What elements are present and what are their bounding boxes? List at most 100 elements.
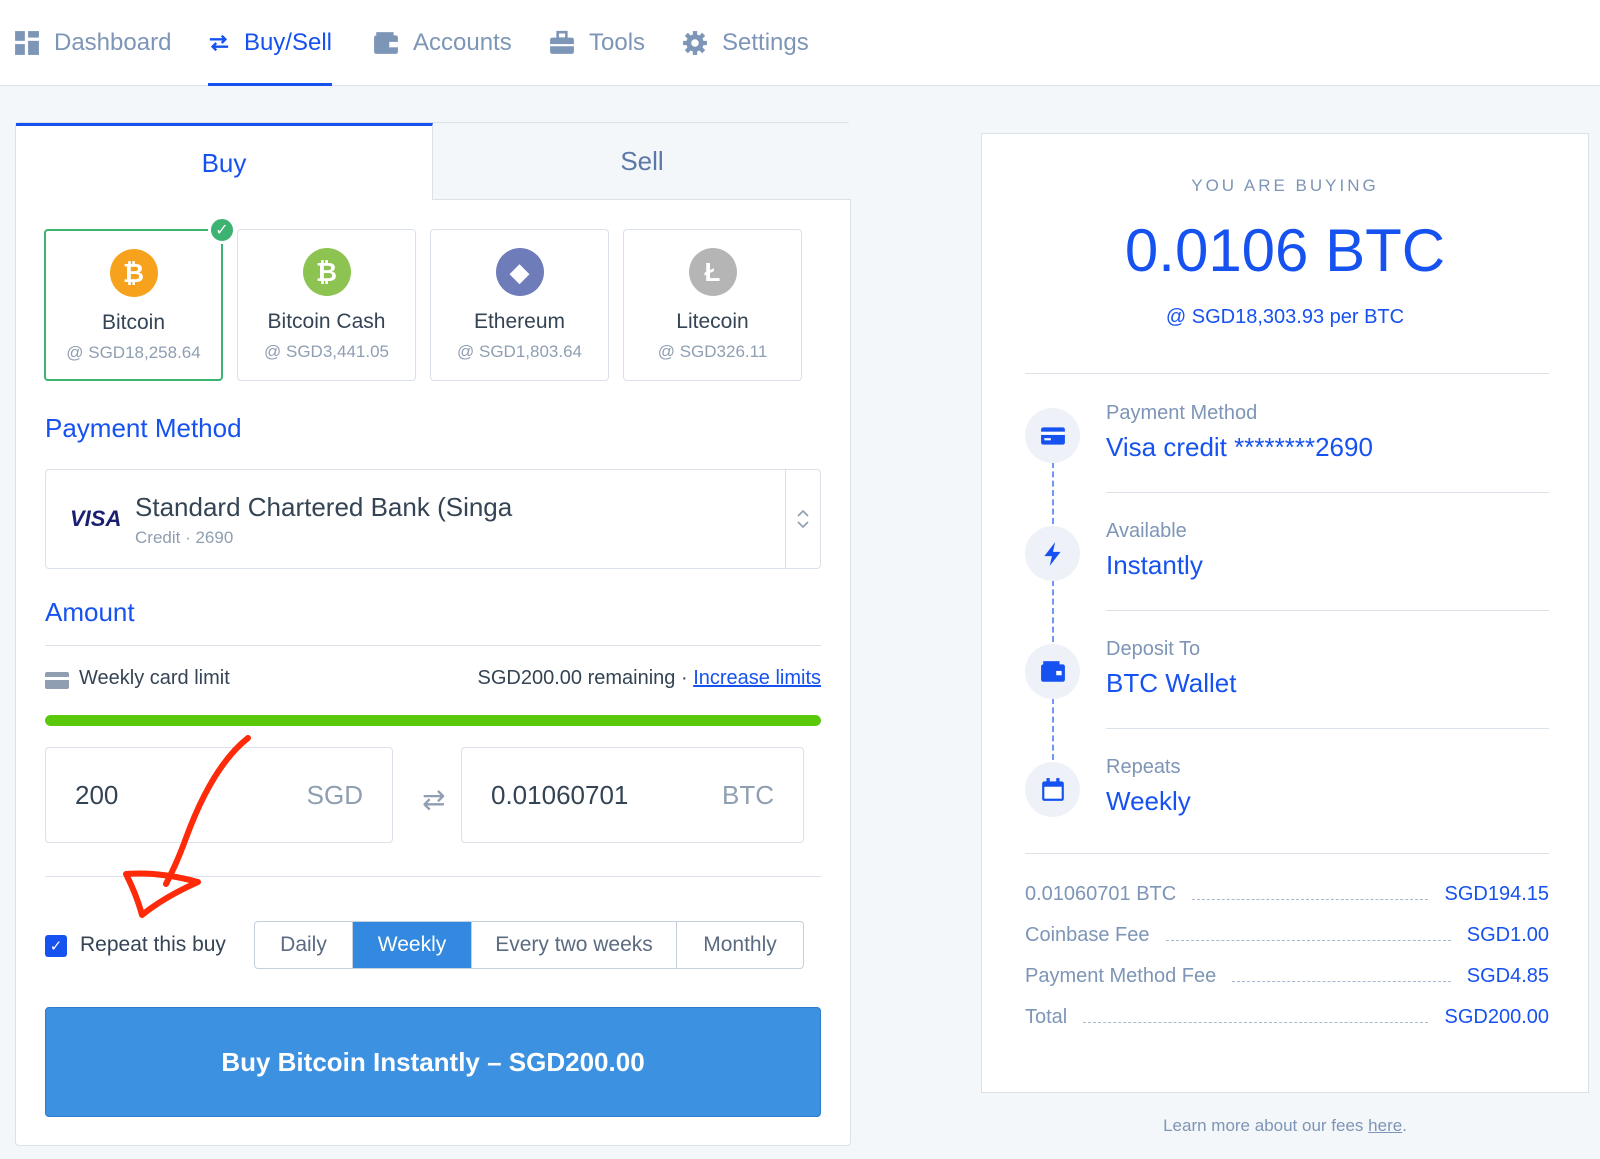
payment-method-select[interactable]: VISA Standard Chartered Bank (Singa Cred…	[45, 469, 821, 569]
fee-leader	[1083, 1021, 1429, 1023]
crypto-amount-value: 0.01060701	[491, 780, 629, 810]
fee-row: 0.01060701 BTC SGD194.15	[1025, 881, 1549, 907]
buy-sell-panel: Buy Sell ₿ Bitcoin @ SGD18,258.64 ✓ ₿ Bi…	[15, 122, 851, 1146]
repeat-buy-checkbox[interactable]: ✓	[45, 935, 67, 957]
fee-label: Payment Method Fee	[1025, 964, 1217, 987]
coin-price: @ SGD18,258.64	[66, 343, 201, 362]
frequency-monthly-button[interactable]: Monthly	[677, 922, 803, 968]
nav-dashboard[interactable]: Dashboard	[14, 0, 171, 86]
summary-repeats: Repeats Weekly	[1025, 756, 1549, 856]
limit-progress-fill	[45, 715, 821, 726]
frequency-weekly-button[interactable]: Weekly	[353, 922, 472, 968]
fees-here-link[interactable]: here	[1368, 1116, 1402, 1135]
payment-method-heading: Payment Method	[45, 413, 242, 443]
fee-row: Coinbase Fee SGD1.00	[1025, 922, 1549, 948]
payment-method-name: Standard Chartered Bank (Singa	[135, 492, 513, 522]
divider	[1106, 728, 1549, 729]
coin-card-litecoin[interactable]: Ł Litecoin @ SGD326.11	[623, 229, 802, 381]
select-arrows-icon[interactable]	[785, 470, 820, 568]
divider	[1106, 492, 1549, 493]
nav-tools-label: Tools	[589, 29, 646, 56]
nav-settings-label: Settings	[722, 29, 809, 56]
checkmark-icon: ✓	[208, 216, 236, 244]
summary-available: Available Instantly	[1025, 520, 1549, 620]
limit-label: Weekly card limit	[79, 667, 230, 689]
nav-accounts-label: Accounts	[413, 29, 512, 56]
increase-limits-link[interactable]: Increase limits	[693, 667, 821, 689]
coin-price: @ SGD3,441.05	[264, 342, 389, 361]
fees-footer-text: Learn more about our fees	[1163, 1116, 1369, 1135]
fiat-amount-input[interactable]: 200 SGD	[45, 747, 393, 843]
wallet-icon	[1025, 644, 1080, 699]
frequency-daily-button[interactable]: Daily	[255, 922, 353, 968]
amount-heading: Amount	[45, 597, 135, 627]
tab-buy[interactable]: Buy	[16, 123, 433, 200]
coin-price: @ SGD1,803.64	[457, 342, 582, 361]
coin-card-bitcoin[interactable]: ₿ Bitcoin @ SGD18,258.64 ✓	[44, 216, 236, 381]
coin-name: Bitcoin Cash	[267, 310, 386, 333]
frequency-every-two-weeks-button[interactable]: Every two weeks	[472, 922, 677, 968]
summary-value: Instantly	[1106, 550, 1203, 580]
divider	[1025, 373, 1549, 374]
toolbox-icon	[550, 30, 574, 54]
litecoin-logo-icon: Ł	[688, 248, 737, 296]
fee-value: SGD200.00	[1444, 1005, 1549, 1028]
summary-rate: @ SGD18,303.93 per BTC	[1165, 306, 1405, 328]
summary-eyebrow: YOU ARE BUYING	[1191, 176, 1379, 195]
swap-arrows-icon	[209, 34, 229, 52]
coin-card-bitcoin-cash[interactable]: ₿ Bitcoin Cash @ SGD3,441.05	[237, 229, 416, 381]
fee-label: Coinbase Fee	[1025, 923, 1150, 946]
payment-method-detail: Credit · 2690	[135, 528, 234, 547]
order-summary: YOU ARE BUYING 0.0106 BTC @ SGD18,303.93…	[981, 133, 1589, 1093]
divider	[45, 645, 821, 646]
coin-card-ethereum[interactable]: ◆ Ethereum @ SGD1,803.64	[430, 229, 609, 381]
fees-footer-end: .	[1402, 1116, 1407, 1135]
divider	[45, 876, 821, 877]
summary-value: Visa credit ********2690	[1106, 432, 1373, 462]
credit-card-icon	[45, 672, 69, 689]
visa-logo-icon: VISA	[70, 506, 122, 531]
coin-price: @ SGD326.11	[657, 342, 768, 361]
divider	[1025, 853, 1549, 854]
fee-value: SGD4.85	[1466, 964, 1549, 987]
fee-value: SGD1.00	[1466, 923, 1549, 946]
credit-card-icon	[1025, 408, 1080, 463]
summary-label: Deposit To	[1106, 638, 1201, 660]
fee-leader	[1232, 980, 1451, 982]
fee-leader	[1165, 939, 1451, 941]
bitcoin-logo-icon: ₿	[109, 249, 158, 297]
repeat-buy-label: Repeat this buy	[80, 933, 226, 956]
divider	[1106, 610, 1549, 611]
summary-value: Weekly	[1106, 786, 1191, 816]
fee-row-total: Total SGD200.00	[1025, 1004, 1549, 1030]
limit-progress-bar	[45, 715, 821, 726]
nav-buy-sell-label: Buy/Sell	[243, 29, 332, 56]
nav-buy-sell[interactable]: Buy/Sell	[208, 0, 332, 86]
nav-accounts[interactable]: Accounts	[373, 0, 512, 86]
nav-settings[interactable]: Settings	[682, 0, 809, 86]
coin-name: Bitcoin	[101, 311, 166, 334]
limit-remaining: SGD200.00 remaining	[477, 667, 676, 689]
swap-currency-icon[interactable]: ⇄	[422, 783, 445, 816]
fee-label: 0.01060701 BTC	[1025, 882, 1177, 905]
crypto-currency: BTC	[722, 780, 774, 810]
tab-sell[interactable]: Sell	[433, 123, 851, 200]
lightning-icon	[1025, 526, 1080, 581]
summary-label: Payment Method	[1106, 402, 1258, 424]
fee-value: SGD194.15	[1444, 882, 1549, 905]
dashboard-icon	[15, 31, 39, 55]
buy-bitcoin-button[interactable]: Buy Bitcoin Instantly – SGD200.00	[45, 1007, 821, 1117]
nav-tools[interactable]: Tools	[549, 0, 645, 86]
crypto-amount-input[interactable]: 0.01060701 BTC	[461, 747, 804, 843]
summary-value: BTC Wallet	[1106, 668, 1237, 698]
repeat-buy-row: ✓ Repeat this buy Daily Weekly Every two…	[45, 921, 821, 971]
coin-name: Ethereum	[473, 310, 566, 333]
fee-leader	[1192, 898, 1429, 900]
calendar-icon	[1025, 762, 1080, 817]
top-nav: Dashboard Buy/Sell Accounts Tools Settin…	[0, 0, 1600, 86]
bitcoin-cash-logo-icon: ₿	[302, 248, 351, 296]
summary-label: Repeats	[1106, 756, 1181, 778]
wallet-icon	[374, 32, 398, 54]
fee-label: Total	[1025, 1005, 1068, 1028]
summary-amount: 0.0106 BTC	[1124, 217, 1446, 284]
